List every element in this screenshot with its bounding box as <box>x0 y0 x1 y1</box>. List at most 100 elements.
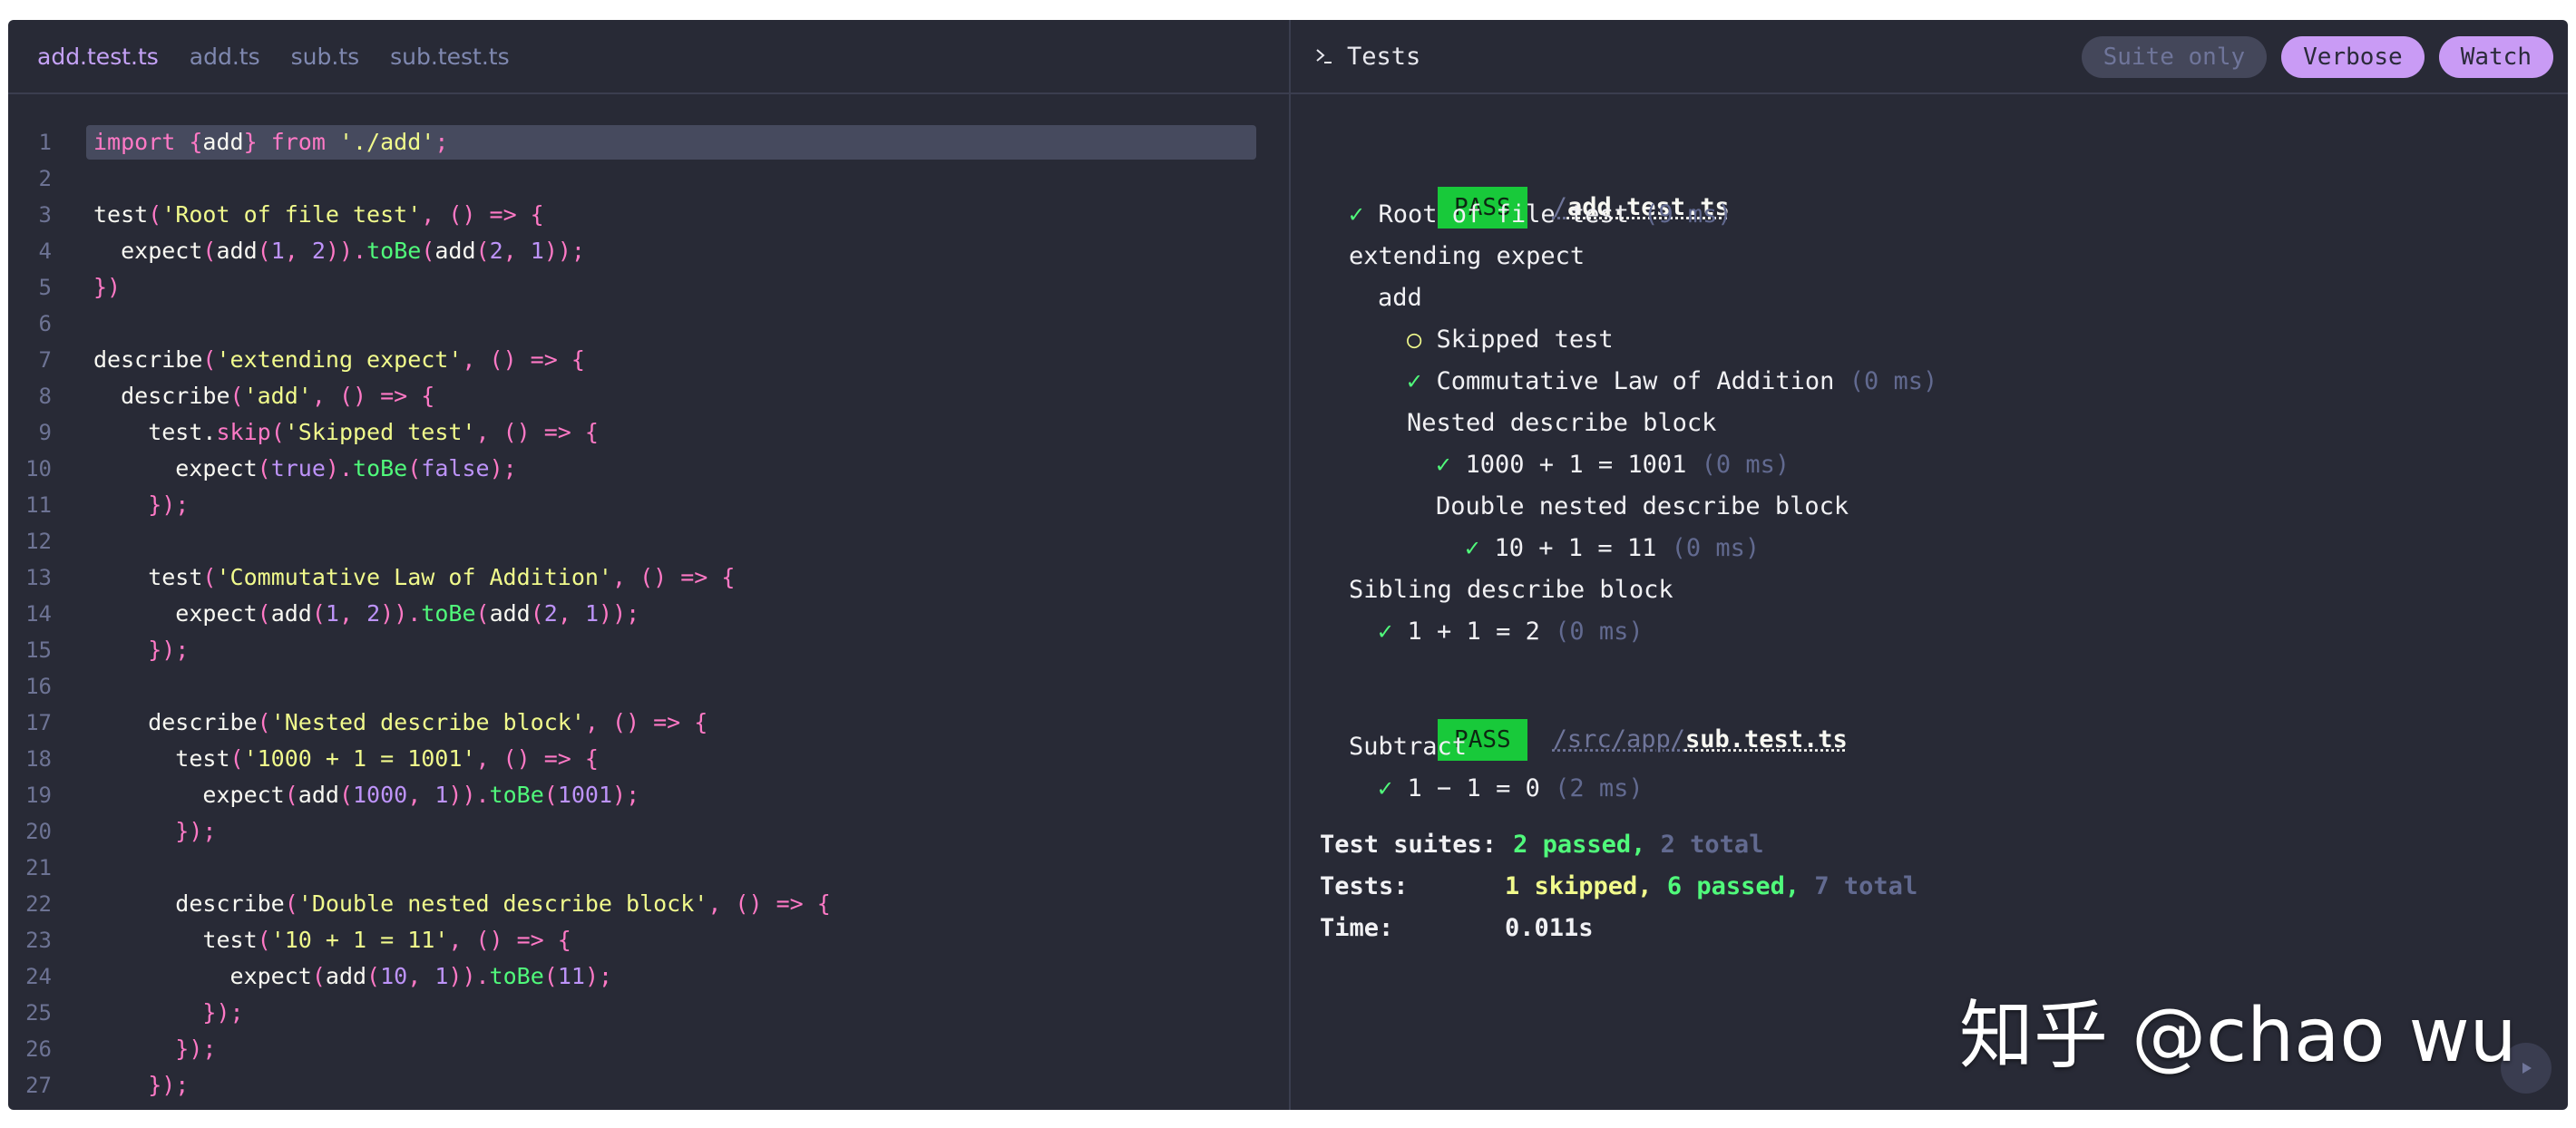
code-token: add <box>202 129 244 155</box>
check-icon: ✓ <box>1349 200 1364 229</box>
test-result-row: ✓ 1 + 1 = 2 (0 ms) <box>1378 611 1644 653</box>
code-token: ( <box>284 782 298 808</box>
code-token: )). <box>325 238 367 264</box>
test-name: 1000 + 1 = 1001 <box>1465 451 1687 479</box>
code-token: 'Commutative Law of Addition' <box>216 564 612 590</box>
line-number: 19 <box>25 783 52 808</box>
verbose-button[interactable]: Verbose <box>2281 36 2425 78</box>
code-line: 9 test.skip('Skipped test', () => { <box>8 414 1289 451</box>
code-token: , () => { <box>448 927 571 953</box>
line-number: 9 <box>38 420 52 445</box>
line-number: 17 <box>25 710 52 735</box>
code-token: 'Root of file test' <box>161 201 422 228</box>
code-token: ); <box>612 782 640 808</box>
code-token: ( <box>407 455 422 481</box>
code-token: expect <box>93 782 285 808</box>
suite-file[interactable]: sub.test.ts <box>1685 725 1848 754</box>
test-duration: (2 ms) <box>1555 774 1644 802</box>
test-duration: (9 ms) <box>1644 200 1732 229</box>
describe-label: extending expect <box>1349 242 1586 270</box>
code-line: 15 }); <box>8 632 1289 668</box>
code-editor[interactable]: 1 import {add} from './add'; 2 3 test('Root … <box>8 124 1289 1104</box>
code-line: 11 }); <box>8 487 1289 523</box>
code-token: ( <box>202 238 217 264</box>
tests-title-label: Tests <box>1347 42 1421 71</box>
code-token: }); <box>93 999 244 1026</box>
code-token: , <box>557 600 585 627</box>
code-text: }); <box>93 1067 189 1104</box>
line-number: 27 <box>25 1073 52 1098</box>
check-icon: ✓ <box>1436 451 1451 479</box>
code-token: 'add' <box>243 383 312 409</box>
code-token: ); <box>489 455 517 481</box>
line-number: 13 <box>25 565 52 590</box>
suite-only-button[interactable]: Suite only <box>2081 36 2268 78</box>
code-token: toBe <box>366 238 422 264</box>
code-token: )); <box>543 238 585 264</box>
code-token: 2 <box>366 600 381 627</box>
test-duration: (0 ms) <box>1555 617 1644 646</box>
code-line: 26 }); <box>8 1031 1289 1067</box>
check-icon: ✓ <box>1407 367 1422 395</box>
terminal-icon <box>1316 49 1332 63</box>
code-token: )). <box>448 782 490 808</box>
tab-add-ts[interactable]: add.ts <box>190 44 260 70</box>
code-line: 23 test('10 + 1 = 11', () => { <box>8 922 1289 958</box>
test-result-row: ✓ 1000 + 1 = 1001 (0 ms) <box>1436 444 1790 486</box>
line-number: 4 <box>38 238 52 264</box>
code-token: describe <box>93 346 203 373</box>
code-token: ( <box>366 963 381 989</box>
code-text: test('Root of file test', () => { <box>93 197 544 233</box>
check-icon: ✓ <box>1378 617 1393 646</box>
code-token: 2 <box>489 238 503 264</box>
watch-button[interactable]: Watch <box>2438 36 2553 78</box>
line-number: 22 <box>25 891 52 917</box>
test-name: 1 − 1 = 0 <box>1407 774 1540 802</box>
suite-header-sub-test: PASS/src/app/sub.test.ts <box>1320 677 1848 761</box>
line-number: 21 <box>25 855 52 880</box>
code-token: ( <box>202 346 217 373</box>
code-token: describe <box>93 890 285 917</box>
code-token: toBe <box>353 455 408 481</box>
code-token: , <box>284 238 312 264</box>
code-line: 6 <box>8 306 1289 342</box>
suite-header-add-test: PASS/add.test.ts <box>1320 145 1730 229</box>
code-token: { <box>189 129 203 155</box>
code-token: 1 <box>584 600 600 627</box>
test-result-row: ✓ Commutative Law of Addition (0 ms) <box>1407 361 1937 403</box>
code-token: test <box>93 927 258 953</box>
code-token: ( <box>421 238 435 264</box>
code-token: , <box>503 238 531 264</box>
code-token: 2 <box>543 600 558 627</box>
code-text: describe('Nested describe block', () => … <box>93 705 707 741</box>
test-result-row: ✓ 1 − 1 = 0 (2 ms) <box>1378 768 1644 810</box>
code-text: test('Commutative Law of Addition', () =… <box>93 559 735 596</box>
code-token: './add' <box>338 129 435 155</box>
tab-sub-ts[interactable]: sub.ts <box>291 44 360 70</box>
line-number: 26 <box>25 1036 52 1062</box>
code-token: add <box>270 600 312 627</box>
test-duration: (0 ms) <box>1671 534 1761 562</box>
suite-path[interactable]: /src/app/ <box>1553 725 1685 754</box>
tab-sub-test-ts[interactable]: sub.test.ts <box>390 44 509 70</box>
tab-add-test-ts[interactable]: add.test.ts <box>37 44 159 70</box>
describe-label: Double nested describe block <box>1436 492 1849 520</box>
test-result-row: ○ Skipped test <box>1407 319 1614 361</box>
code-token: true <box>270 455 326 481</box>
code-line: 20 }); <box>8 813 1289 850</box>
code-token: , () => { <box>611 564 736 590</box>
line-number: 15 <box>25 637 52 663</box>
summary-label: Time: <box>1320 914 1394 942</box>
line-number: 10 <box>25 456 52 481</box>
code-text: expect(add(1, 2)).toBe(add(2, 1)); <box>93 596 639 632</box>
code-text: test.skip('Skipped test', () => { <box>93 414 599 451</box>
code-token: ( <box>257 709 271 735</box>
code-token: ( <box>338 782 353 808</box>
code-text: }); <box>93 487 189 523</box>
test-duration: (0 ms) <box>1849 367 1938 395</box>
code-line: 25 }); <box>8 995 1289 1031</box>
code-token: }); <box>93 818 217 844</box>
code-token: 1000 <box>353 782 408 808</box>
summary-time: Time: 0.011s <box>1320 908 1594 949</box>
code-text: expect(add(1000, 1)).toBe(1001); <box>93 777 639 813</box>
